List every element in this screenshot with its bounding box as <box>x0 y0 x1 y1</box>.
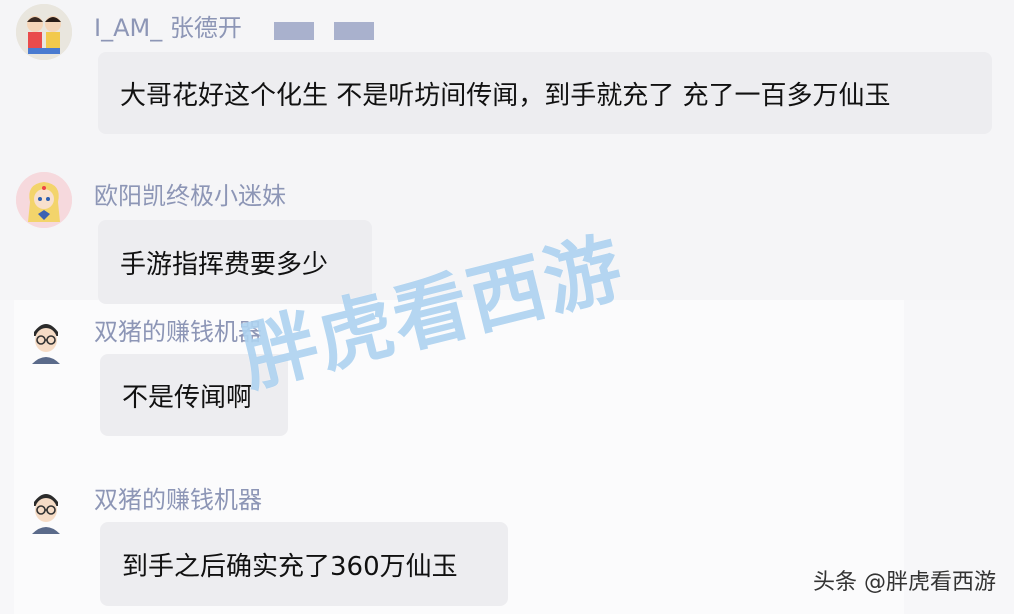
message-bubble[interactable]: 大哥花好这个化生 不是听坊间传闻，到手就充了 充了一百多万仙玉 <box>98 52 992 134</box>
sender-name: 双猪的赚钱机器 <box>94 486 262 514</box>
redacted-block <box>334 22 374 40</box>
sender-name: 欧阳凯终极小迷妹 <box>94 182 286 210</box>
source-footer: 头条 @胖虎看西游 <box>813 570 996 595</box>
sender-name: I_AM_ 张德开 <box>94 14 242 42</box>
redacted-block <box>274 22 314 40</box>
message-bubble[interactable]: 到手之后确实充了360万仙玉 <box>100 522 508 606</box>
sailor-girl-avatar-icon[interactable] <box>16 172 72 228</box>
glasses-man-avatar-icon[interactable] <box>18 312 74 368</box>
glasses-man-avatar-icon[interactable] <box>18 482 74 538</box>
kids-avatar-icon[interactable] <box>16 4 72 60</box>
